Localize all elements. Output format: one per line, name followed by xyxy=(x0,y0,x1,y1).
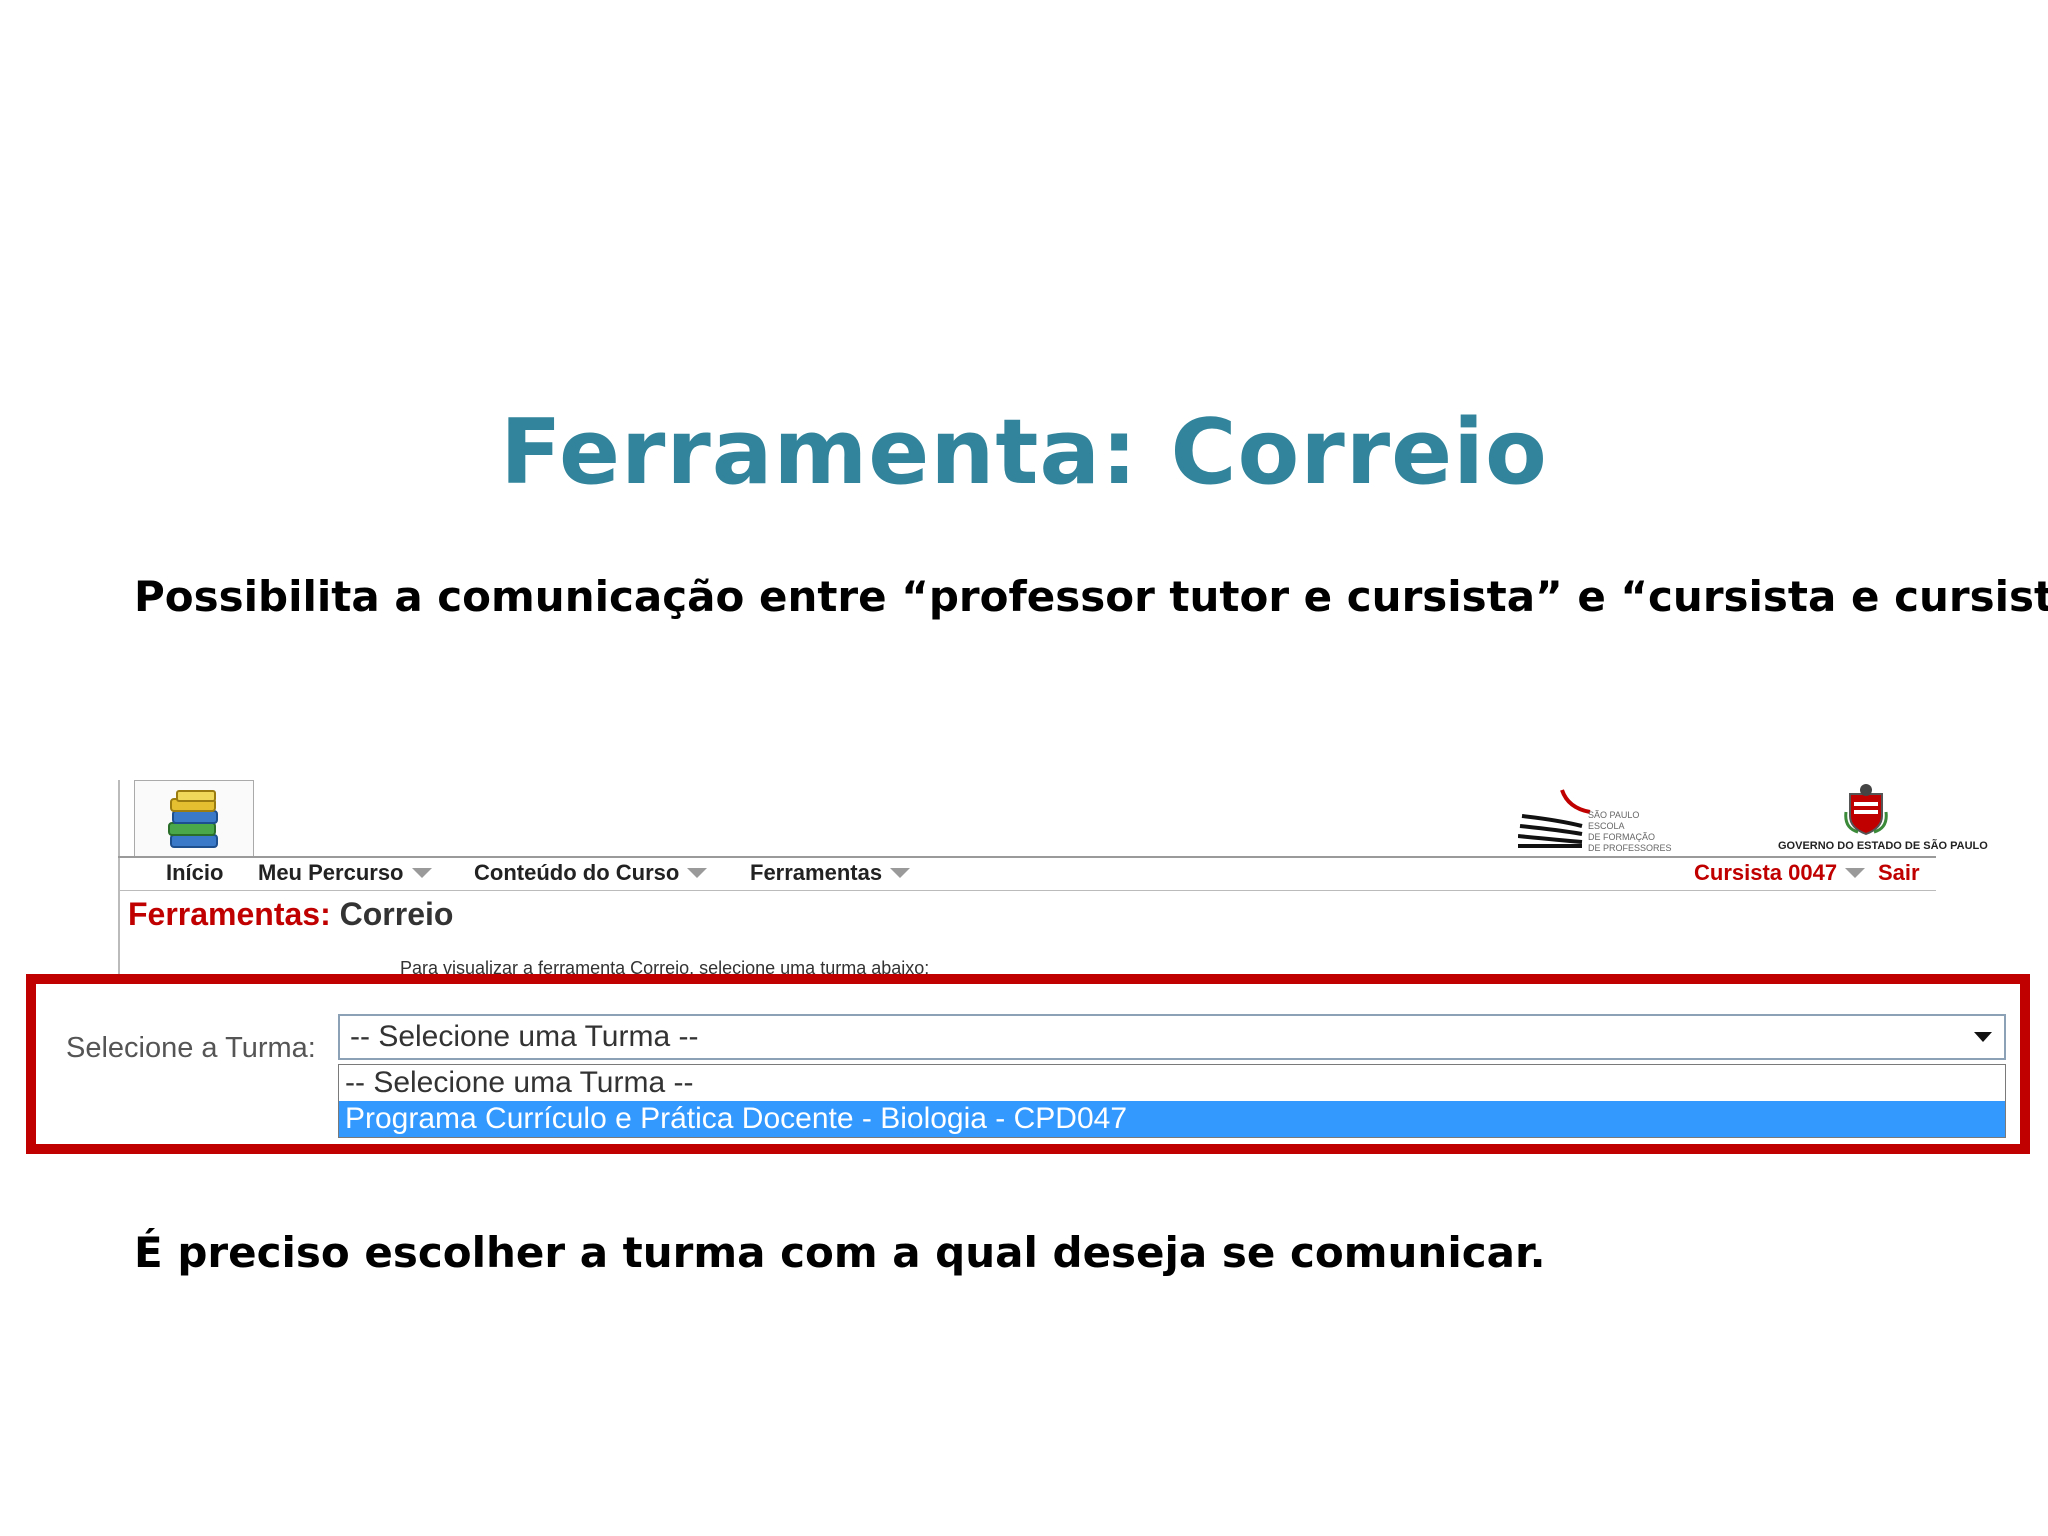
turma-select-value: -- Selecione uma Turma -- xyxy=(350,1020,699,1053)
school-logo-line: DE PROFESSORES xyxy=(1588,843,1672,853)
page-title-prefix: Ferramentas: xyxy=(128,896,331,932)
turma-select[interactable]: -- Selecione uma Turma -- xyxy=(338,1014,2006,1060)
nav-label: Conteúdo do Curso xyxy=(474,860,680,885)
main-nav: Início Meu Percurso Conteúdo do Curso Fe… xyxy=(118,860,1936,890)
chevron-down-icon xyxy=(890,868,911,878)
nav-home-label: Início xyxy=(166,860,224,885)
turma-dropdown-list: -- Selecione uma Turma -- Programa Currí… xyxy=(338,1064,2006,1138)
slide-title: Ferramenta: Correio xyxy=(500,400,1548,505)
school-logo-mark xyxy=(1517,789,1591,848)
turma-label: Selecione a Turma: xyxy=(66,1032,316,1064)
nav-label: Ferramentas xyxy=(750,860,883,885)
government-logo-text: GOVERNO DO ESTADO DE SÃO PAULO xyxy=(1778,840,1988,852)
page-title-suffix: Correio xyxy=(339,896,454,932)
school-logo: SÃO PAULO ESCOLA DE FORMAÇÃO DE PROFESSO… xyxy=(1517,784,1678,853)
chevron-down-icon xyxy=(411,868,432,878)
slide-footer-text: É preciso escolher a turma com a qual de… xyxy=(134,1228,1546,1277)
logout-label: Sair xyxy=(1878,860,1920,885)
state-seal-icon xyxy=(1844,784,1888,836)
logout-link[interactable]: Sair xyxy=(1878,860,1920,886)
government-logo: GOVERNO DO ESTADO DE SÃO PAULO xyxy=(1778,780,1988,856)
chevron-down-icon xyxy=(687,868,708,878)
home-tab[interactable] xyxy=(134,780,254,857)
portal-screenshot: SÃO PAULO ESCOLA DE FORMAÇÃO DE PROFESSO… xyxy=(118,780,1988,978)
books-icon xyxy=(168,790,218,848)
nav-ferramentas[interactable]: Ferramentas xyxy=(750,860,911,886)
chevron-down-icon xyxy=(1845,868,1866,878)
school-logo-line: DE FORMAÇÃO xyxy=(1588,832,1656,842)
dropdown-arrow-icon xyxy=(1974,1032,1992,1042)
nav-conteudo-do-curso[interactable]: Conteúdo do Curso xyxy=(474,860,708,886)
turma-option-highlighted[interactable]: Programa Currículo e Prática Docente - B… xyxy=(339,1101,2005,1137)
header-divider xyxy=(118,856,1936,858)
nav-home[interactable]: Início xyxy=(166,860,223,886)
school-logo-line: SÃO PAULO ESCOLA xyxy=(1588,810,1640,831)
slide-intro-text: Possibilita a comunicação entre “profess… xyxy=(134,572,2048,621)
user-name: Cursista 0047 xyxy=(1694,860,1838,885)
turma-option[interactable]: -- Selecione uma Turma -- xyxy=(339,1065,2005,1101)
nav-label: Meu Percurso xyxy=(258,860,404,885)
user-menu[interactable]: Cursista 0047 xyxy=(1694,860,1866,886)
nav-meu-percurso[interactable]: Meu Percurso xyxy=(258,860,432,886)
school-logo-text: SÃO PAULO ESCOLA DE FORMAÇÃO DE PROFESSO… xyxy=(1588,810,1678,854)
nav-divider xyxy=(118,890,1936,891)
highlight-box: Selecione a Turma: -- Selecione uma Turm… xyxy=(26,974,2030,1154)
page-title: Ferramentas: Correio xyxy=(128,896,453,933)
